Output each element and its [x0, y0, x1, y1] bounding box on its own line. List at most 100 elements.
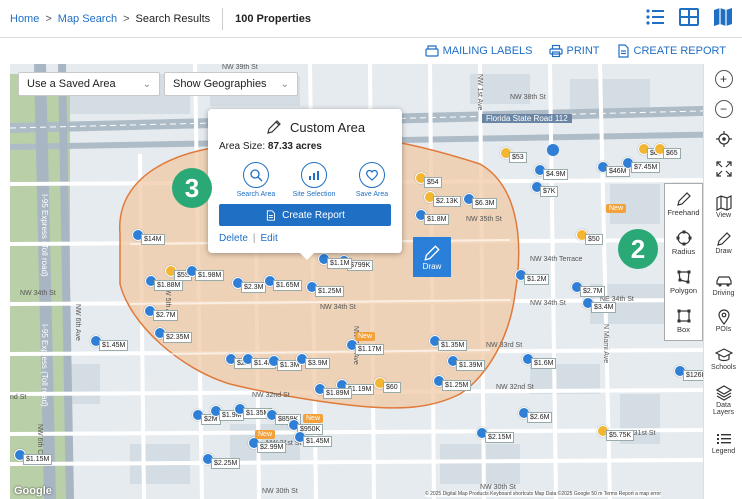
freehand-label: Freehand: [667, 208, 700, 217]
polygon-tool[interactable]: Polygon: [665, 262, 702, 301]
top-bar: Home > Map Search > Search Results 100 P…: [0, 0, 742, 38]
property-pin[interactable]: $2.7M: [144, 300, 179, 321]
custom-area-popup: Custom Area Area Size: 87.33 acres Searc…: [208, 109, 402, 260]
breadcrumb-map-search[interactable]: Map Search: [58, 13, 117, 25]
list-icon: [716, 434, 731, 444]
mailing-labels-button[interactable]: MAILING LABELS: [425, 44, 533, 58]
zoom-in-button[interactable]: +: [704, 70, 742, 88]
property-pin[interactable]: $1.39M: [447, 350, 486, 371]
list-view-icon[interactable]: [644, 6, 666, 28]
property-pin[interactable]: $14M: [132, 224, 165, 245]
property-pin[interactable]: $54: [415, 167, 442, 188]
property-pin[interactable]: $2.3M: [232, 272, 267, 293]
draw-marker-label: Draw: [422, 261, 442, 271]
property-pin[interactable]: $1.35M: [429, 330, 468, 351]
schools-tool[interactable]: Schools: [704, 346, 742, 371]
property-pin[interactable]: $2.6M: [518, 402, 553, 423]
property-pin[interactable]: $1.6M: [522, 348, 557, 369]
draw-marker[interactable]: Draw: [413, 237, 451, 277]
property-pin[interactable]: $2.15M: [476, 422, 515, 443]
property-pin[interactable]: $3.4M: [582, 292, 617, 313]
driving-tool[interactable]: Driving: [704, 272, 742, 297]
geographies-select[interactable]: Show Geographies ⌄: [164, 72, 298, 96]
property-pin[interactable]: $2.35M: [154, 322, 193, 343]
property-pin[interactable]: $3.9M: [296, 348, 331, 369]
site-selection-button[interactable]: Site Selection: [290, 162, 338, 198]
property-pin[interactable]: $1.25M: [306, 276, 345, 297]
box-tool[interactable]: Box: [665, 301, 702, 340]
geographies-value: Show Geographies: [173, 78, 267, 90]
street-label: NW 30th St: [480, 484, 516, 491]
draw-tool[interactable]: Draw: [704, 230, 742, 255]
street-label: I-95 Express (Toll road): [40, 324, 49, 407]
street-label: NW 34th St: [320, 304, 356, 311]
data-layers-tool[interactable]: Data Layers: [704, 384, 742, 416]
driving-label: Driving: [712, 290, 735, 297]
property-pin[interactable]: $1.2M: [515, 264, 550, 285]
property-pin[interactable]: $50: [576, 224, 603, 245]
data-layers-label: Data Layers: [712, 402, 734, 416]
property-pin[interactable]: $60: [374, 372, 401, 393]
popup-links: Delete | Edit: [219, 233, 278, 244]
create-report-top-button[interactable]: CREATE REPORT: [616, 44, 726, 58]
street-label: NW 34th Terrace: [530, 256, 583, 263]
mailing-labels-label: MAILING LABELS: [442, 45, 533, 57]
create-report-button-label: Create Report: [282, 209, 345, 221]
radius-tool[interactable]: Radius: [665, 223, 702, 262]
pencil-icon: [267, 120, 281, 134]
save-area-button[interactable]: Save Area: [348, 162, 396, 198]
property-pin[interactable]: $1.89M: [314, 378, 353, 399]
property-pin[interactable]: $65: [654, 138, 681, 159]
property-pin[interactable]: $5.75K: [597, 420, 635, 441]
site-selection-label: Site Selection: [292, 191, 336, 198]
zoom-out-button[interactable]: −: [704, 100, 742, 118]
property-pin[interactable]: $7K: [531, 176, 559, 197]
legend-tool[interactable]: Legend: [704, 430, 742, 455]
property-pin[interactable]: $1.25M: [433, 370, 472, 391]
saved-area-value: Use a Saved Area: [27, 78, 116, 90]
crosshair-icon: [715, 131, 732, 147]
new-badge: New: [255, 430, 276, 439]
edit-link[interactable]: Edit: [261, 233, 278, 244]
property-pin[interactable]: $1.65M: [264, 270, 303, 291]
grid-view-icon[interactable]: [678, 6, 700, 28]
search-area-button[interactable]: Search Area: [232, 162, 280, 198]
property-pin[interactable]: $1.45M: [294, 426, 333, 447]
search-icon: [250, 169, 263, 182]
street-label: NW 1st Ave: [476, 74, 483, 111]
print-label: PRINT: [566, 45, 600, 57]
create-report-button[interactable]: Create Report: [219, 204, 391, 226]
breadcrumb-home[interactable]: Home: [10, 13, 39, 25]
step-badge-2: 2: [618, 229, 658, 269]
polygon-icon: [677, 270, 690, 284]
freehand-tool[interactable]: Freehand: [665, 184, 702, 223]
property-pin[interactable]: $1.88M: [145, 270, 184, 291]
box-label: Box: [677, 325, 690, 334]
property-pin[interactable]: $6.3M: [463, 188, 498, 209]
street-label: NW 34th St: [20, 290, 56, 297]
property-pin[interactable]: $1.8M: [415, 204, 450, 225]
street-label: NW 35th St: [466, 216, 502, 223]
view-tool[interactable]: View: [704, 194, 742, 219]
area-tools: Search Area Site Selection Save Area: [232, 162, 396, 198]
link-separator: |: [252, 233, 256, 244]
fullscreen-button[interactable]: [704, 160, 742, 178]
property-pin[interactable]: $1.15M: [14, 444, 53, 465]
property-pin[interactable]: $1.98M: [186, 260, 225, 281]
street-label: N Miami Ave: [602, 324, 609, 364]
delete-link[interactable]: Delete: [219, 233, 248, 244]
mailing-labels-icon: [425, 45, 439, 57]
divider: [222, 7, 224, 30]
locate-button[interactable]: [704, 130, 742, 148]
property-pin[interactable]: $2.25M: [202, 448, 241, 469]
street-label: NW 30th St: [262, 488, 298, 495]
view-label: View: [715, 212, 732, 219]
saved-area-select[interactable]: Use a Saved Area ⌄: [18, 72, 160, 96]
property-pin[interactable]: $53: [500, 142, 527, 163]
print-button[interactable]: PRINT: [548, 44, 600, 58]
map-view-icon[interactable]: [712, 6, 734, 28]
polygon-label: Polygon: [669, 286, 698, 295]
pois-tool[interactable]: POIs: [704, 308, 742, 333]
property-pin[interactable]: $1.45M: [90, 330, 129, 351]
pencil-icon: [424, 244, 440, 261]
